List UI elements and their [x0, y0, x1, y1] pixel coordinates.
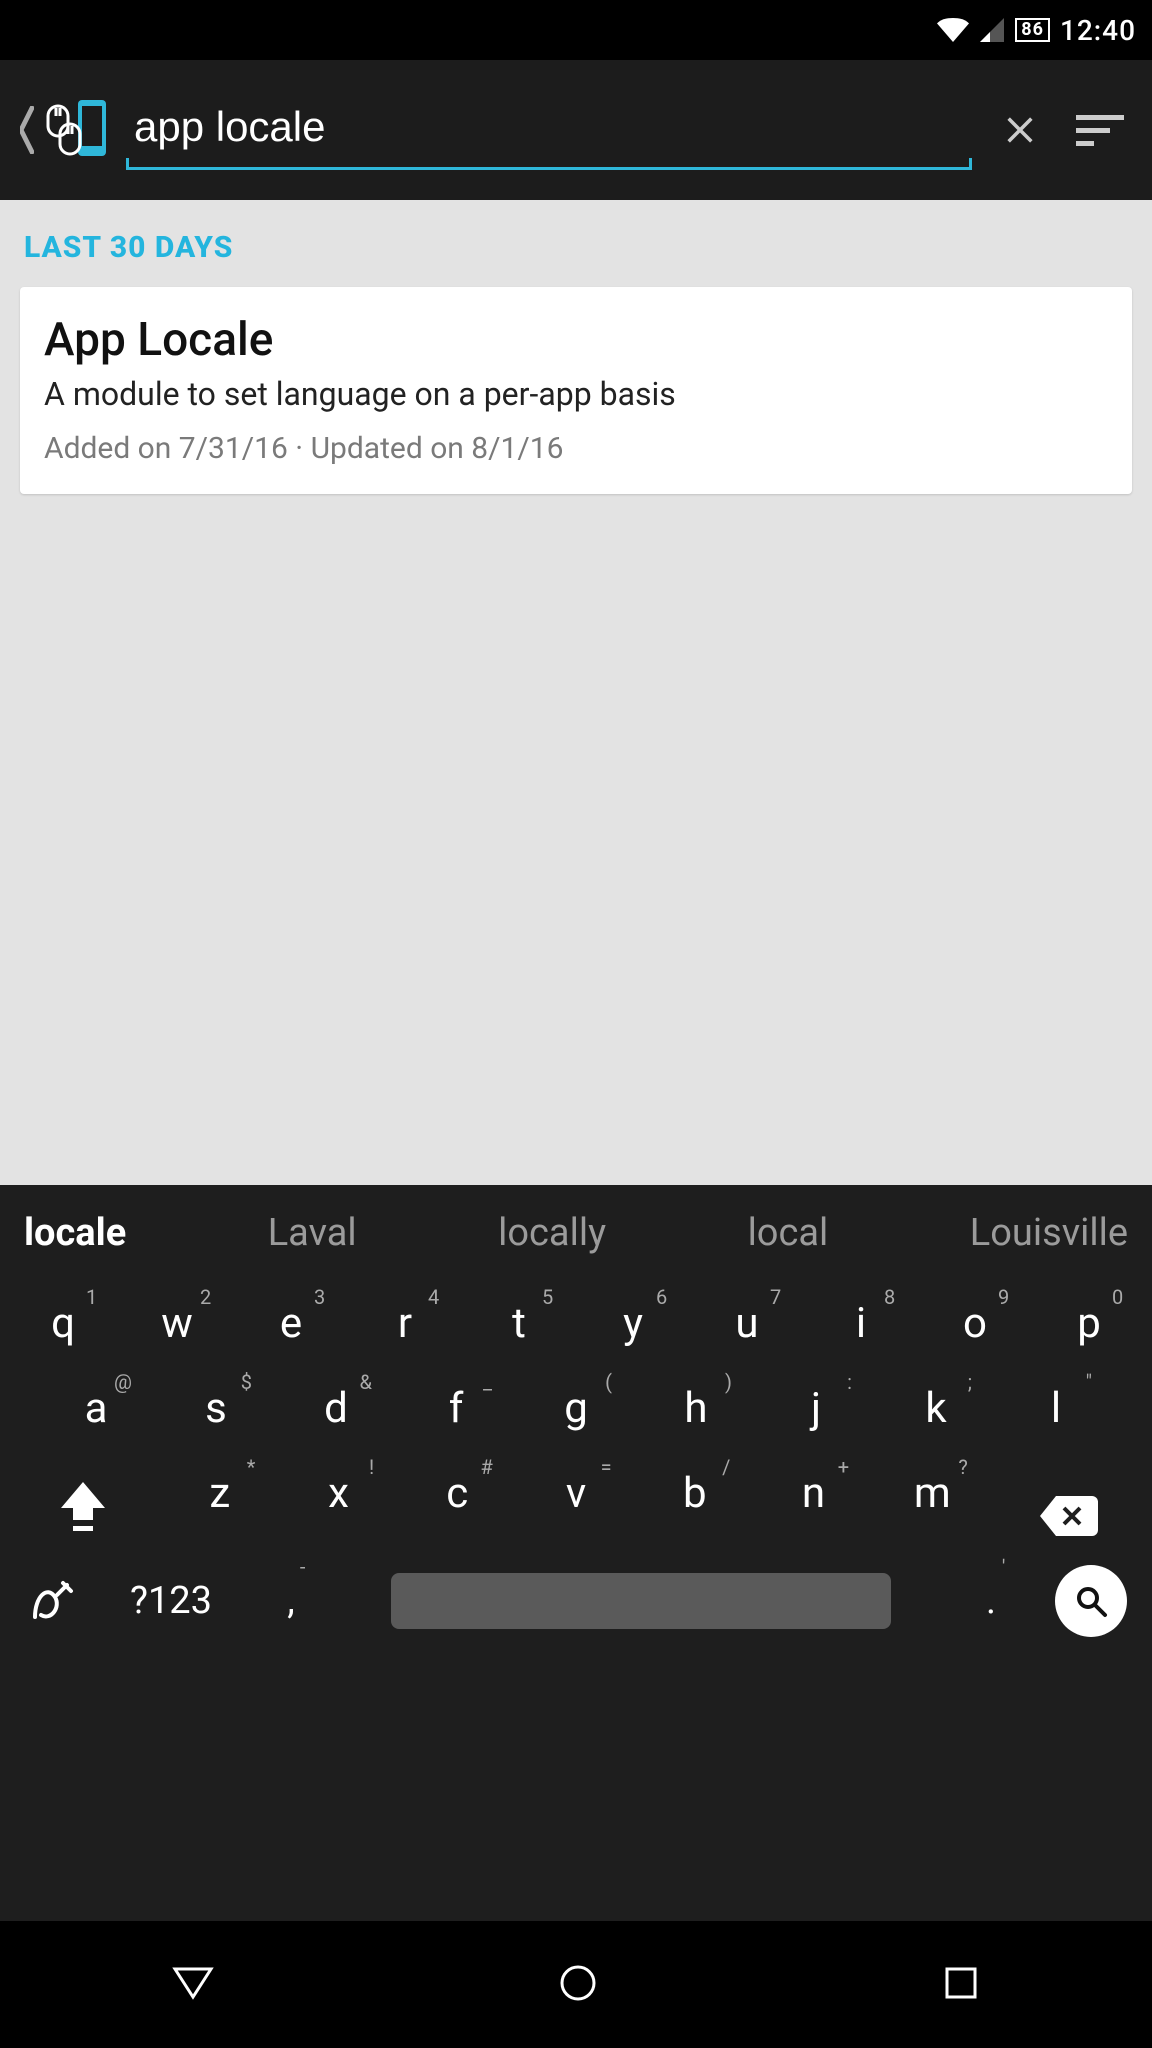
nav-back-button[interactable] [171, 1961, 215, 2009]
search-underline [126, 167, 972, 170]
section-header: LAST 30 DAYS [24, 230, 1132, 265]
shift-key[interactable] [6, 1480, 160, 1536]
comma-key[interactable]: - , [246, 1561, 336, 1641]
key-f[interactable]: _f [396, 1366, 516, 1451]
result-title: App Locale [44, 313, 1108, 367]
key-a[interactable]: @a [36, 1366, 156, 1451]
key-z[interactable]: *z [160, 1451, 279, 1536]
key-o[interactable]: 9o [918, 1281, 1032, 1366]
suggestion[interactable]: Laval [268, 1211, 357, 1255]
period-key[interactable]: ' . [946, 1561, 1036, 1641]
key-i[interactable]: 8i [804, 1281, 918, 1366]
suggestion[interactable]: Louisville [970, 1211, 1128, 1255]
key-r[interactable]: 4r [348, 1281, 462, 1366]
sort-button[interactable] [1068, 98, 1132, 162]
key-b[interactable]: /b [635, 1451, 754, 1536]
key-t[interactable]: 5t [462, 1281, 576, 1366]
key-x[interactable]: !x [279, 1451, 398, 1536]
clear-search-button[interactable] [988, 98, 1052, 162]
key-g[interactable]: (g [516, 1366, 636, 1451]
symbols-mode-key[interactable]: ?123 [96, 1579, 246, 1623]
key-c[interactable]: #c [398, 1451, 517, 1536]
battery-icon: 86 [1015, 18, 1050, 42]
status-bar: 86 12:40 [0, 0, 1152, 60]
key-w[interactable]: 2w [120, 1281, 234, 1366]
space-key[interactable] [336, 1573, 946, 1629]
key-m[interactable]: ?m [873, 1451, 992, 1536]
key-p[interactable]: 0p [1032, 1281, 1146, 1366]
xposed-app-icon [38, 96, 110, 164]
soft-keyboard: locale Laval locally local Louisville 1q… [0, 1185, 1152, 1921]
cell-signal-icon [979, 18, 1005, 42]
key-l[interactable]: "l [996, 1366, 1116, 1451]
suggestion-bar: locale Laval locally local Louisville [0, 1185, 1152, 1281]
search-field-wrap [126, 90, 972, 170]
back-button[interactable] [20, 96, 110, 164]
search-input[interactable] [126, 99, 972, 161]
backspace-key[interactable] [992, 1496, 1146, 1536]
result-meta: Added on 7/31/16 · Updated on 8/1/16 [44, 431, 1108, 466]
suggestion[interactable]: locally [498, 1211, 606, 1255]
key-j[interactable]: :j [756, 1366, 876, 1451]
status-time: 12:40 [1060, 14, 1136, 47]
nav-recents-button[interactable] [941, 1963, 981, 2007]
results-area: LAST 30 DAYS App Locale A module to set … [0, 200, 1152, 1185]
nav-home-button[interactable] [556, 1961, 600, 2009]
key-u[interactable]: 7u [690, 1281, 804, 1366]
key-s[interactable]: $s [156, 1366, 276, 1451]
key-v[interactable]: =v [517, 1451, 636, 1536]
suggestion[interactable]: locale [24, 1211, 126, 1255]
input-method-key[interactable] [6, 1577, 96, 1625]
search-action-key[interactable] [1036, 1565, 1146, 1637]
suggestion[interactable]: local [748, 1211, 829, 1255]
key-k[interactable]: ;k [876, 1366, 996, 1451]
result-description: A module to set language on a per-app ba… [44, 375, 1108, 413]
key-h[interactable]: )h [636, 1366, 756, 1451]
key-d[interactable]: &d [276, 1366, 396, 1451]
key-e[interactable]: 3e [234, 1281, 348, 1366]
key-n[interactable]: +n [754, 1451, 873, 1536]
wifi-icon [937, 18, 969, 42]
key-y[interactable]: 6y [576, 1281, 690, 1366]
system-navigation-bar [0, 1921, 1152, 2048]
result-card[interactable]: App Locale A module to set language on a… [20, 287, 1132, 494]
app-bar [0, 60, 1152, 200]
key-q[interactable]: 1q [6, 1281, 120, 1366]
